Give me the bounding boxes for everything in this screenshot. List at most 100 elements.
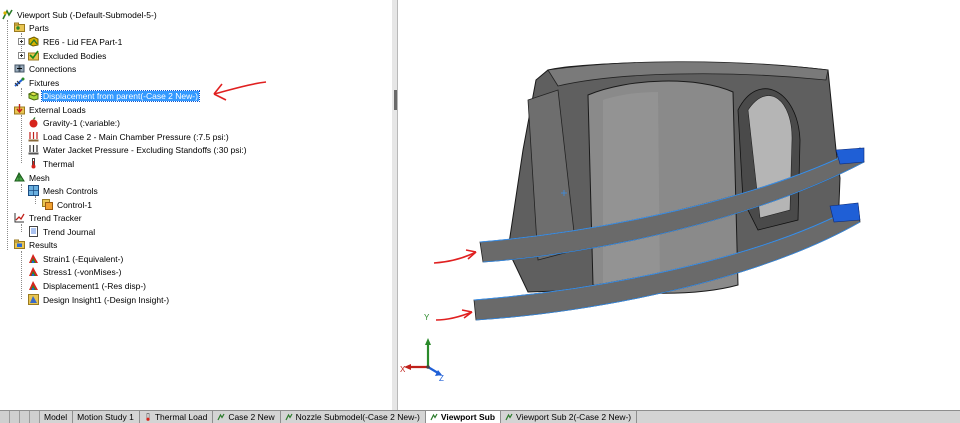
study-icon [285, 413, 293, 421]
tree-item-label: Strain1 (-Equivalent-) [43, 253, 124, 264]
external-loads-icon [14, 104, 25, 115]
tree-item-trend-tracker[interactable]: Trend Tracker [14, 211, 83, 224]
red-annotation-arrow-icon [213, 81, 267, 101]
tree-item-control-1[interactable]: Control-1 [42, 198, 93, 211]
design-insight-icon [28, 294, 39, 305]
tree-item-parts[interactable]: Parts [14, 21, 50, 34]
tab-label: Case 2 New [228, 411, 275, 422]
tab-nozzle-submodel[interactable]: Nozzle Submodel(-Case 2 New-) [280, 411, 426, 423]
tab-scroll-last[interactable] [30, 411, 40, 423]
mesh-controls-icon [28, 185, 39, 196]
tree-item-label: Parts [29, 22, 49, 33]
tree-item-results[interactable]: Results [14, 238, 58, 251]
tree-connector [35, 196, 36, 204]
tree-connector [21, 115, 22, 163]
tree-item-gravity[interactable]: Gravity-1 (:variable:) [28, 116, 121, 129]
tree-item-label: Water Jacket Pressure - Excluding Stando… [43, 144, 247, 155]
triad-z-label: Z [439, 374, 444, 383]
excluded-bodies-icon [28, 50, 39, 61]
tree-item-thermal[interactable]: Thermal [28, 157, 75, 170]
displacement-fixture-icon [28, 90, 39, 101]
tree-item-label: RE6 - Lid FEA Part-1 [43, 36, 123, 47]
tab-case-2-new[interactable]: Case 2 New [213, 411, 281, 423]
tab-viewport-sub-2[interactable]: Viewport Sub 2(-Case 2 New-) [501, 411, 638, 423]
tab-motion-study-1[interactable]: Motion Study 1 [73, 411, 140, 423]
tree-item-label: Gravity-1 (:variable:) [43, 117, 120, 128]
red-annotation-arrow-icon [433, 249, 477, 264]
thermometer-icon [144, 413, 152, 421]
tab-label: Viewport Sub 2(-Case 2 New-) [516, 411, 632, 422]
tab-scroll-first[interactable] [0, 411, 10, 423]
selected-tree-label: Displacement from parent(-Case 2 New-) [41, 89, 200, 102]
mesh-control-icon [42, 199, 53, 210]
results-folder-icon [14, 239, 25, 250]
tree-item-stress1[interactable]: Stress1 (-vonMises-) [28, 265, 122, 278]
tree-connector [7, 20, 8, 250]
tree-root[interactable]: Viewport Sub (-Default-Submodel-5-) [2, 8, 158, 21]
fixture-face-upper [835, 147, 865, 165]
expand-toggle[interactable] [18, 52, 25, 59]
tree-item-strain1[interactable]: Strain1 (-Equivalent-) [28, 252, 124, 265]
tree-item-water-jacket-pressure[interactable]: Water Jacket Pressure - Excluding Stando… [28, 143, 248, 156]
tree-item-main-chamber-pressure[interactable]: Load Case 2 - Main Chamber Pressure (:7.… [28, 130, 230, 143]
journal-icon [28, 226, 39, 237]
triad-x-label: X [400, 365, 406, 374]
study-icon [2, 9, 13, 20]
tree-item-label: Control-1 [57, 199, 92, 210]
tree-item-label: Mesh Controls [43, 185, 98, 196]
fixtures-icon [14, 77, 25, 88]
parts-folder-icon [14, 22, 25, 33]
gravity-icon [28, 117, 39, 128]
tab-label: Thermal Load [154, 411, 208, 422]
tab-scroll-prev[interactable] [10, 411, 20, 423]
graphics-viewport[interactable]: Y X Z [398, 0, 960, 410]
tree-connector [21, 251, 22, 299]
part-icon [28, 36, 39, 47]
tree-connector [21, 224, 22, 232]
tree-item-fixtures[interactable]: Fixtures [14, 76, 60, 89]
triad-y-label: Y [424, 313, 430, 322]
tree-item-displacement1[interactable]: Displacement1 (-Res disp-) [28, 279, 147, 292]
tree-item-trend-journal[interactable]: Trend Journal [28, 225, 96, 238]
tree-item-label: Load Case 2 - Main Chamber Pressure (:7.… [43, 131, 229, 142]
tree-item-excluded-bodies[interactable]: Excluded Bodies [28, 49, 107, 62]
tab-viewport-sub[interactable]: Viewport Sub [425, 411, 502, 423]
tree-root-label: Viewport Sub (-Default-Submodel-5-) [17, 9, 157, 20]
tree-item-mesh[interactable]: Mesh [14, 171, 51, 184]
thermometer-icon [28, 158, 39, 169]
tree-item-label: Results [29, 239, 58, 250]
tab-model[interactable]: Model [40, 411, 74, 423]
study-icon [217, 413, 225, 421]
pressure-icon [28, 144, 39, 155]
expand-toggle[interactable] [18, 38, 25, 45]
tree-item-label: External Loads [29, 104, 86, 115]
tree-item-part[interactable]: RE6 - Lid FEA Part-1 [28, 35, 123, 48]
tree-item-label: Fixtures [29, 77, 60, 88]
model-view: Y X Z [400, 61, 865, 383]
splitter-collapse-handle[interactable] [394, 90, 397, 110]
tree-item-mesh-controls[interactable]: Mesh Controls [28, 184, 99, 197]
study-icon [430, 413, 438, 421]
tree-item-label: Trend Tracker [29, 212, 82, 223]
tree-item-external-loads[interactable]: External Loads [14, 103, 87, 116]
coordinate-triad-icon: Y X Z [400, 313, 444, 383]
result-plot-icon [28, 253, 39, 264]
tree-item-displacement-from-parent[interactable]: Displacement from parent(-Case 2 New-) [28, 89, 200, 102]
study-icon [505, 413, 513, 421]
tab-thermal-load[interactable]: Thermal Load [139, 411, 214, 423]
tree-item-label: Thermal [43, 158, 75, 169]
tree-item-label: Stress1 (-vonMises-) [43, 266, 122, 277]
red-annotation-arrow-icon [435, 309, 473, 321]
tree-item-design-insight1[interactable]: Design Insight1 (-Design Insight-) [28, 293, 170, 306]
fixture-face-lower [829, 202, 861, 223]
tree-item-connections[interactable]: Connections [14, 62, 77, 75]
study-feature-tree: Viewport Sub (-Default-Submodel-5-) Part… [0, 0, 393, 410]
tree-connector [21, 88, 22, 96]
pressure-icon [28, 131, 39, 142]
tree-item-label: Displacement1 (-Res disp-) [43, 280, 146, 291]
tab-scroll-next[interactable] [20, 411, 30, 423]
tab-label: Motion Study 1 [77, 411, 134, 422]
study-tab-bar: Model Motion Study 1 Thermal Load Case 2… [0, 410, 960, 423]
tab-label: Viewport Sub [440, 411, 496, 422]
tree-item-label: Excluded Bodies [43, 50, 107, 61]
